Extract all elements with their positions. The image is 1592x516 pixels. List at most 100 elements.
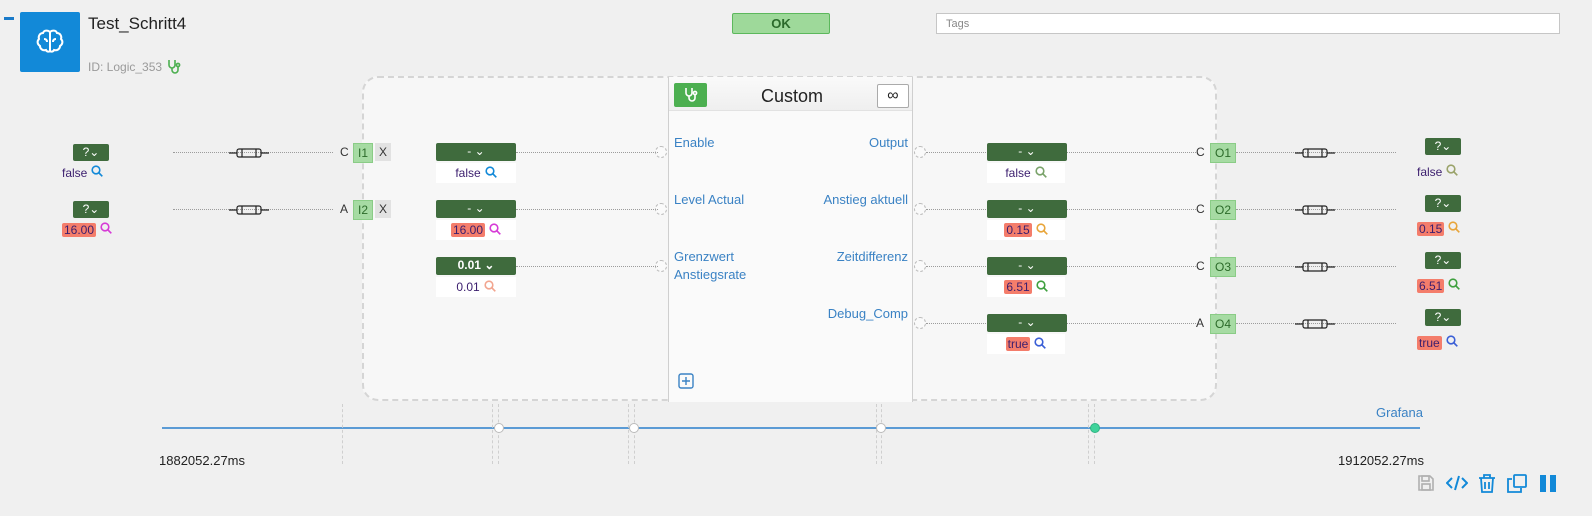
output-port-tag[interactable]: O3	[1210, 257, 1237, 277]
magnifier-icon[interactable]	[91, 165, 104, 180]
magnifier-icon[interactable]	[485, 165, 497, 181]
tags-input[interactable]: Tags	[936, 13, 1560, 34]
target-value: true	[1417, 335, 1442, 350]
input-value-row: 0.01	[436, 277, 516, 297]
output-value-row: 6.51	[987, 277, 1065, 297]
grafana-link[interactable]: Grafana	[1376, 405, 1423, 420]
stethoscope-icon[interactable]	[167, 59, 181, 80]
output-label-debug-comp: Debug_Comp	[827, 306, 908, 321]
input-dropdown[interactable]: - ⌄	[436, 143, 516, 161]
timeline-bar[interactable]	[162, 427, 1420, 429]
timeline-node-3[interactable]	[876, 423, 886, 433]
output-port-2[interactable]	[914, 203, 926, 215]
timeline-start: 1882052.27ms	[159, 453, 246, 468]
timeline-marker-line	[498, 404, 499, 464]
port-remove[interactable]: X	[375, 143, 392, 161]
connector-icon[interactable]	[1295, 146, 1335, 164]
connector-icon[interactable]	[1295, 260, 1335, 278]
port-remove[interactable]: X	[375, 200, 392, 218]
input-port-tag[interactable]: I2	[353, 200, 374, 220]
output-port-4[interactable]	[914, 317, 926, 329]
custom-block	[668, 77, 913, 402]
timeline-node-4[interactable]	[1090, 423, 1100, 433]
input-value-row: 16.00	[436, 220, 516, 240]
timeline-marker-line	[876, 404, 877, 464]
target-value-row: false	[1417, 164, 1459, 179]
magnifier-icon[interactable]	[484, 279, 496, 295]
output-dropdown[interactable]: - ⌄	[987, 143, 1067, 161]
magnifier-icon[interactable]	[1448, 221, 1461, 236]
collapse-toggle[interactable]	[4, 17, 14, 20]
target-dropdown[interactable]: ?⌄	[1425, 309, 1461, 326]
input-dropdown[interactable]: - ⌄	[436, 200, 516, 218]
source-value-row: false	[62, 165, 104, 180]
connector-icon[interactable]	[1295, 317, 1335, 335]
infinity-button[interactable]: ∞	[877, 84, 909, 108]
source-value-row: 16.00	[62, 222, 112, 237]
connector-icon[interactable]	[229, 146, 269, 164]
timeline-node-2[interactable]	[629, 423, 639, 433]
magnifier-icon[interactable]	[1036, 279, 1048, 295]
connector-icon[interactable]	[229, 203, 269, 221]
debug-stethoscope-button[interactable]	[674, 83, 707, 107]
source-value: false	[62, 165, 88, 180]
output-port-3[interactable]	[914, 260, 926, 272]
magnifier-icon[interactable]	[1034, 336, 1047, 352]
output-value-row: false	[987, 163, 1065, 183]
wire	[516, 152, 658, 153]
output-value: true	[1005, 337, 1031, 351]
target-dropdown[interactable]: ?⌄	[1425, 195, 1461, 212]
save-icon[interactable]	[1417, 474, 1435, 497]
output-port-tag[interactable]: O2	[1210, 200, 1237, 220]
timeline-node-1[interactable]	[494, 423, 504, 433]
timeline-marker-line	[342, 404, 343, 464]
target-value-row: 6.51	[1417, 278, 1461, 293]
output-dropdown[interactable]: - ⌄	[987, 200, 1067, 218]
port-mode: A	[1196, 316, 1205, 330]
output-value: 6.51	[1004, 280, 1032, 294]
output-value-row: 0.15	[987, 220, 1065, 240]
code-icon[interactable]	[1445, 474, 1469, 497]
status-button[interactable]: OK	[732, 13, 830, 34]
magnifier-icon[interactable]	[1036, 222, 1048, 238]
block-name: Custom	[760, 86, 823, 106]
output-port-tag[interactable]: O1	[1210, 143, 1237, 163]
target-dropdown[interactable]: ?⌄	[1425, 138, 1461, 155]
connector-icon[interactable]	[1295, 203, 1335, 221]
input-dropdown[interactable]: 0.01 ⌄	[436, 257, 516, 275]
input-value-row: false	[436, 163, 516, 183]
output-port-tag[interactable]: O4	[1210, 314, 1237, 334]
trash-icon[interactable]	[1478, 474, 1496, 498]
output-port-1[interactable]	[914, 146, 926, 158]
logic-title: Test_Schritt4	[88, 14, 187, 33]
target-value: false	[1417, 164, 1443, 179]
magnifier-icon[interactable]	[1446, 335, 1458, 350]
target-dropdown[interactable]: ?⌄	[1425, 252, 1461, 269]
timeline-marker-line	[634, 404, 635, 464]
input-label-grenzwert: Grenzwert Anstiegsrate	[674, 249, 747, 282]
input-label-level-actual: Level Actual	[674, 192, 745, 207]
output-dropdown[interactable]: - ⌄	[987, 257, 1067, 275]
brain-icon	[20, 12, 80, 72]
pause-icon[interactable]	[1539, 474, 1557, 498]
magnifier-icon[interactable]	[100, 222, 112, 237]
timeline-marker-line	[1094, 404, 1095, 464]
magnifier-icon[interactable]	[1446, 164, 1459, 179]
port-mode: C	[1196, 259, 1205, 273]
plus-square-icon[interactable]	[678, 373, 694, 394]
magnifier-icon[interactable]	[489, 222, 501, 238]
output-label-anstieg: Anstieg aktuell	[823, 192, 908, 207]
magnifier-icon[interactable]	[1448, 278, 1461, 293]
input-port-tag[interactable]: I1	[353, 143, 374, 163]
port-mode: C	[1196, 145, 1205, 159]
output-value: false	[1005, 166, 1031, 180]
output-dropdown[interactable]: - ⌄	[987, 314, 1067, 332]
input-label-enable: Enable	[674, 135, 715, 150]
source-dropdown[interactable]: ?⌄	[73, 144, 109, 161]
timeline-marker-line	[628, 404, 629, 464]
copy-icon[interactable]	[1507, 474, 1527, 498]
source-dropdown[interactable]: ?⌄	[73, 201, 109, 218]
timeline-end: 1912052.27ms	[1338, 453, 1425, 468]
magnifier-icon[interactable]	[1035, 165, 1047, 181]
input-value: false	[455, 166, 481, 180]
